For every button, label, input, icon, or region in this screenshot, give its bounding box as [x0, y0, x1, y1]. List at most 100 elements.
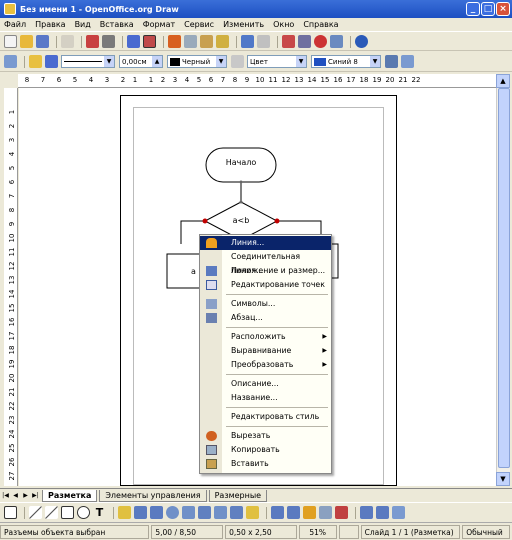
next-tab-button[interactable]: ▶ — [21, 491, 30, 501]
menu-item-name[interactable]: Название... — [200, 391, 331, 405]
menu-item-edit-style[interactable]: Редактировать стиль — [200, 410, 331, 424]
line-width-field[interactable]: 0,00см ▲ — [119, 55, 163, 68]
menu-item-cut[interactable]: Вырезать — [200, 429, 331, 443]
left-box-label: a — [191, 267, 196, 276]
spellcheck-icon[interactable] — [127, 35, 140, 48]
tab-layout[interactable]: Разметка — [42, 489, 98, 502]
tab-controls[interactable]: Элементы управления — [99, 489, 207, 502]
open-icon[interactable] — [20, 35, 33, 48]
scrollbar-thumb[interactable] — [498, 88, 510, 468]
email-icon[interactable] — [61, 35, 74, 48]
glue-point[interactable] — [274, 218, 280, 224]
line-style-icon[interactable] — [29, 55, 42, 68]
menu-item-description[interactable]: Описание... — [200, 377, 331, 391]
help-icon[interactable] — [355, 35, 368, 48]
table-icon[interactable] — [298, 35, 311, 48]
status-modified — [338, 524, 359, 539]
print-icon[interactable] — [102, 35, 115, 48]
chart-icon[interactable] — [282, 35, 295, 48]
glue-points-icon[interactable] — [287, 506, 300, 519]
menu-item-character[interactable]: Символы... — [200, 297, 331, 311]
menu-item-paste[interactable]: Вставить — [200, 457, 331, 471]
symbol-shapes-icon[interactable] — [182, 506, 195, 519]
area-style-select[interactable]: Цвет ▼ — [247, 55, 307, 68]
cut-icon[interactable] — [168, 35, 181, 48]
menu-item-convert[interactable]: Преобразовать ▶ — [200, 358, 331, 372]
tab-dimension-lines[interactable]: Размерные — [208, 489, 268, 502]
fontwork-icon[interactable] — [303, 506, 316, 519]
menu-view[interactable]: Вид — [75, 20, 91, 29]
line-tool-icon[interactable] — [29, 506, 42, 519]
rotate-icon[interactable] — [360, 506, 373, 519]
select-arrow-icon[interactable] — [4, 506, 17, 519]
undo-icon[interactable] — [241, 35, 254, 48]
extrusion-icon[interactable] — [392, 506, 405, 519]
lines-arrows-icon[interactable] — [150, 506, 163, 519]
flowchart-shapes-icon[interactable] — [214, 506, 227, 519]
new-icon[interactable] — [4, 35, 17, 48]
menu-window[interactable]: Окно — [273, 20, 294, 29]
menu-item-edit-points[interactable]: Редактирование точек — [200, 278, 331, 292]
menu-item-connector[interactable]: Соединительная линия... — [200, 250, 331, 275]
arrow-line-icon[interactable] — [45, 506, 58, 519]
menu-insert[interactable]: Вставка — [100, 20, 134, 29]
stars-icon[interactable] — [246, 506, 259, 519]
area-color-select[interactable]: Синий 8 ▼ — [311, 55, 381, 68]
maximize-button[interactable]: □ — [481, 2, 495, 16]
menu-format[interactable]: Формат — [143, 20, 175, 29]
glue-point[interactable] — [239, 200, 243, 204]
ellipse-icon[interactable] — [77, 506, 90, 519]
paste-icon[interactable] — [200, 35, 213, 48]
autospellcheck-icon[interactable] — [143, 35, 156, 48]
navigator-icon[interactable] — [314, 35, 327, 48]
minimize-button[interactable]: _ — [466, 2, 480, 16]
vertical-scrollbar[interactable] — [496, 74, 510, 486]
menu-help[interactable]: Справка — [303, 20, 338, 29]
scroll-down-button[interactable]: ▼ — [496, 472, 510, 486]
status-zoom[interactable]: 51% — [298, 524, 337, 539]
export-pdf-icon[interactable] — [86, 35, 99, 48]
scroll-up-button[interactable]: ▲ — [496, 74, 510, 88]
arrow-style-icon[interactable] — [45, 55, 58, 68]
first-tab-button[interactable]: |◀ — [1, 491, 10, 501]
line-color-select[interactable]: Черный ▼ — [167, 55, 227, 68]
menu-item-arrange[interactable]: Расположить ▶ — [200, 330, 331, 344]
menu-modify[interactable]: Изменить — [223, 20, 264, 29]
redo-icon[interactable] — [257, 35, 270, 48]
save-icon[interactable] — [36, 35, 49, 48]
gallery-icon[interactable] — [335, 506, 348, 519]
more-options-icon[interactable] — [401, 55, 414, 68]
styles-icon[interactable] — [4, 55, 17, 68]
prev-tab-button[interactable]: ◀ — [11, 491, 20, 501]
last-tab-button[interactable]: ▶| — [31, 491, 40, 501]
menu-item-line[interactable]: Линия... — [200, 236, 331, 250]
points-icon[interactable] — [271, 506, 284, 519]
callouts-icon[interactable] — [230, 506, 243, 519]
text-tool-icon[interactable]: T — [93, 506, 106, 519]
menu-file[interactable]: Файл — [4, 20, 26, 29]
glue-point[interactable] — [239, 180, 243, 184]
menu-item-copy[interactable]: Копировать — [200, 443, 331, 457]
menu-item-align[interactable]: Выравнивание ▶ — [200, 344, 331, 358]
area-icon[interactable] — [231, 55, 244, 68]
menu-tools[interactable]: Сервис — [184, 20, 214, 29]
from-file-icon[interactable] — [319, 506, 332, 519]
copy-icon[interactable] — [184, 35, 197, 48]
status-bar: Разъемы объекта выбран 5,00 / 8,50 0,50 … — [0, 522, 512, 540]
menu-item-paragraph[interactable]: Абзац... — [200, 311, 331, 325]
zoom-icon[interactable] — [330, 35, 343, 48]
alignment-icon[interactable] — [376, 506, 389, 519]
rectangle-icon[interactable] — [61, 506, 74, 519]
menu-edit[interactable]: Правка — [35, 20, 65, 29]
menu-item-position-size[interactable]: Положение и размер... — [200, 264, 331, 278]
format-paintbrush-icon[interactable] — [216, 35, 229, 48]
basic-shapes-icon[interactable] — [166, 506, 179, 519]
line-style-select[interactable]: ▼ — [61, 55, 115, 68]
glue-point[interactable] — [202, 218, 208, 224]
close-button[interactable]: × — [496, 2, 510, 16]
block-arrows-icon[interactable] — [198, 506, 211, 519]
shadow-icon[interactable] — [385, 55, 398, 68]
curve-icon[interactable] — [118, 506, 131, 519]
context-menu: Линия... Соединительная линия... Положен… — [199, 234, 332, 474]
connector-tool-icon[interactable] — [134, 506, 147, 519]
